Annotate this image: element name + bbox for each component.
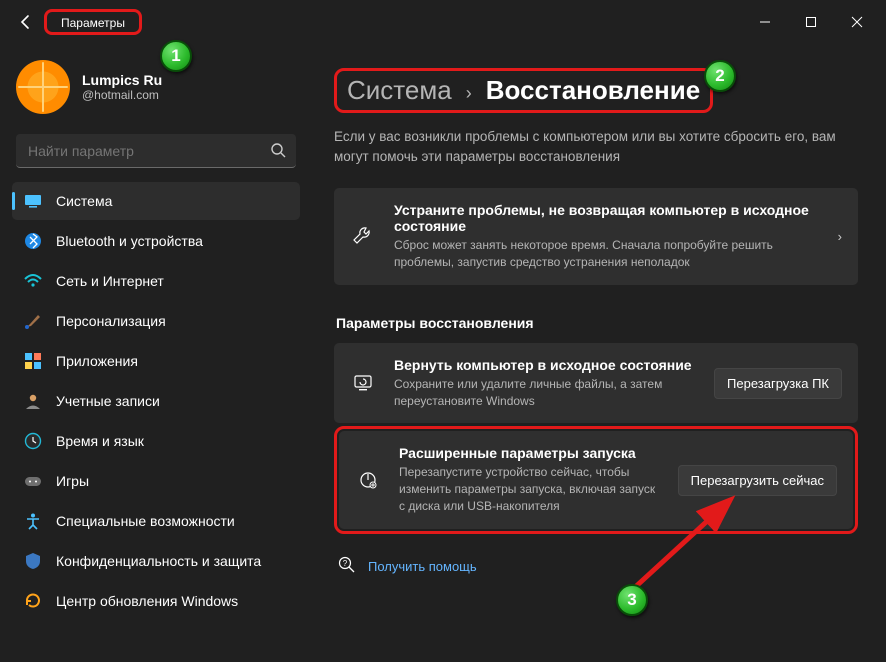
brush-icon (24, 312, 42, 330)
sidebar-item-label: Время и язык (56, 433, 144, 449)
troubleshoot-card[interactable]: Устраните проблемы, не возвращая компьют… (334, 188, 858, 285)
account-block[interactable]: Lumpics Ru @hotmail.com (12, 52, 300, 130)
section-header: Параметры восстановления (336, 315, 858, 331)
accessibility-icon (24, 512, 42, 530)
reset-icon (350, 372, 376, 394)
reset-pc-card: Вернуть компьютер в исходное состояние С… (334, 343, 858, 424)
sidebar-item-label: Специальные возможности (56, 513, 235, 529)
troubleshoot-desc: Сброс может занять некоторое время. Снач… (394, 237, 820, 271)
page-title: Восстановление (486, 75, 700, 106)
app-title: Параметры (53, 12, 133, 34)
reset-pc-button[interactable]: Перезагрузка ПК (714, 368, 842, 399)
sidebar-item-bluetooth[interactable]: Bluetooth и устройства (12, 222, 300, 260)
sidebar-item-label: Bluetooth и устройства (56, 233, 203, 249)
wrench-icon (350, 225, 376, 247)
clock-icon (24, 432, 42, 450)
sidebar-item-label: Приложения (56, 353, 138, 369)
wifi-icon (24, 272, 42, 290)
sidebar-item-label: Центр обновления Windows (56, 593, 238, 609)
sidebar-item-label: Сеть и Интернет (56, 273, 164, 289)
advanced-startup-card: Расширенные параметры запуска Перезапуст… (339, 431, 853, 528)
breadcrumb-root[interactable]: Система (347, 75, 452, 106)
reset-title: Вернуть компьютер в исходное состояние (394, 357, 696, 373)
annotation-marker-2: 2 (704, 60, 736, 92)
account-email: @hotmail.com (82, 88, 162, 102)
back-button[interactable] (12, 8, 40, 36)
shield-icon (24, 552, 42, 570)
help-icon: ? (338, 556, 356, 577)
sidebar-item-label: Конфиденциальность и защита (56, 553, 261, 569)
annotation-marker-1: 1 (160, 40, 192, 72)
chevron-right-icon: › (466, 83, 472, 104)
advanced-desc: Перезапустите устройство сейчас, чтобы и… (399, 464, 660, 514)
sidebar-item-privacy[interactable]: Конфиденциальность и защита (12, 542, 300, 580)
sidebar-item-label: Персонализация (56, 313, 166, 329)
sidebar-item-network[interactable]: Сеть и Интернет (12, 262, 300, 300)
update-icon (24, 592, 42, 610)
sidebar-item-time[interactable]: Время и язык (12, 422, 300, 460)
system-icon (24, 192, 42, 210)
chevron-right-icon: › (838, 229, 842, 244)
minimize-button[interactable] (742, 6, 788, 38)
sidebar-item-accounts[interactable]: Учетные записи (12, 382, 300, 420)
sidebar-item-gaming[interactable]: Игры (12, 462, 300, 500)
search-icon (270, 142, 286, 161)
advanced-title: Расширенные параметры запуска (399, 445, 660, 461)
apps-icon (24, 352, 42, 370)
svg-text:?: ? (343, 559, 348, 568)
accounts-icon (24, 392, 42, 410)
close-button[interactable] (834, 6, 880, 38)
bluetooth-icon (24, 232, 42, 250)
maximize-button[interactable] (788, 6, 834, 38)
sidebar-item-label: Система (56, 193, 112, 209)
annotation-marker-3: 3 (616, 584, 648, 616)
troubleshoot-title: Устраните проблемы, не возвращая компьют… (394, 202, 820, 234)
sidebar-item-apps[interactable]: Приложения (12, 342, 300, 380)
sidebar-item-accessibility[interactable]: Специальные возможности (12, 502, 300, 540)
sidebar-item-label: Игры (56, 473, 89, 489)
get-help-link[interactable]: Получить помощь (368, 559, 477, 574)
sidebar-item-personalization[interactable]: Персонализация (12, 302, 300, 340)
reset-desc: Сохраните или удалите личные файлы, а за… (394, 376, 696, 410)
intro-text: Если у вас возникли проблемы с компьютер… (334, 127, 844, 166)
sidebar-item-label: Учетные записи (56, 393, 160, 409)
gaming-icon (24, 472, 42, 490)
account-name: Lumpics Ru (82, 72, 162, 88)
sidebar-item-system[interactable]: Система (12, 182, 300, 220)
search-input[interactable] (16, 134, 296, 168)
breadcrumb: Система › Восстановление (347, 75, 700, 106)
startup-icon (355, 469, 381, 491)
restart-now-button[interactable]: Перезагрузить сейчас (678, 465, 837, 496)
avatar (16, 60, 70, 114)
sidebar-item-update[interactable]: Центр обновления Windows (12, 582, 300, 620)
